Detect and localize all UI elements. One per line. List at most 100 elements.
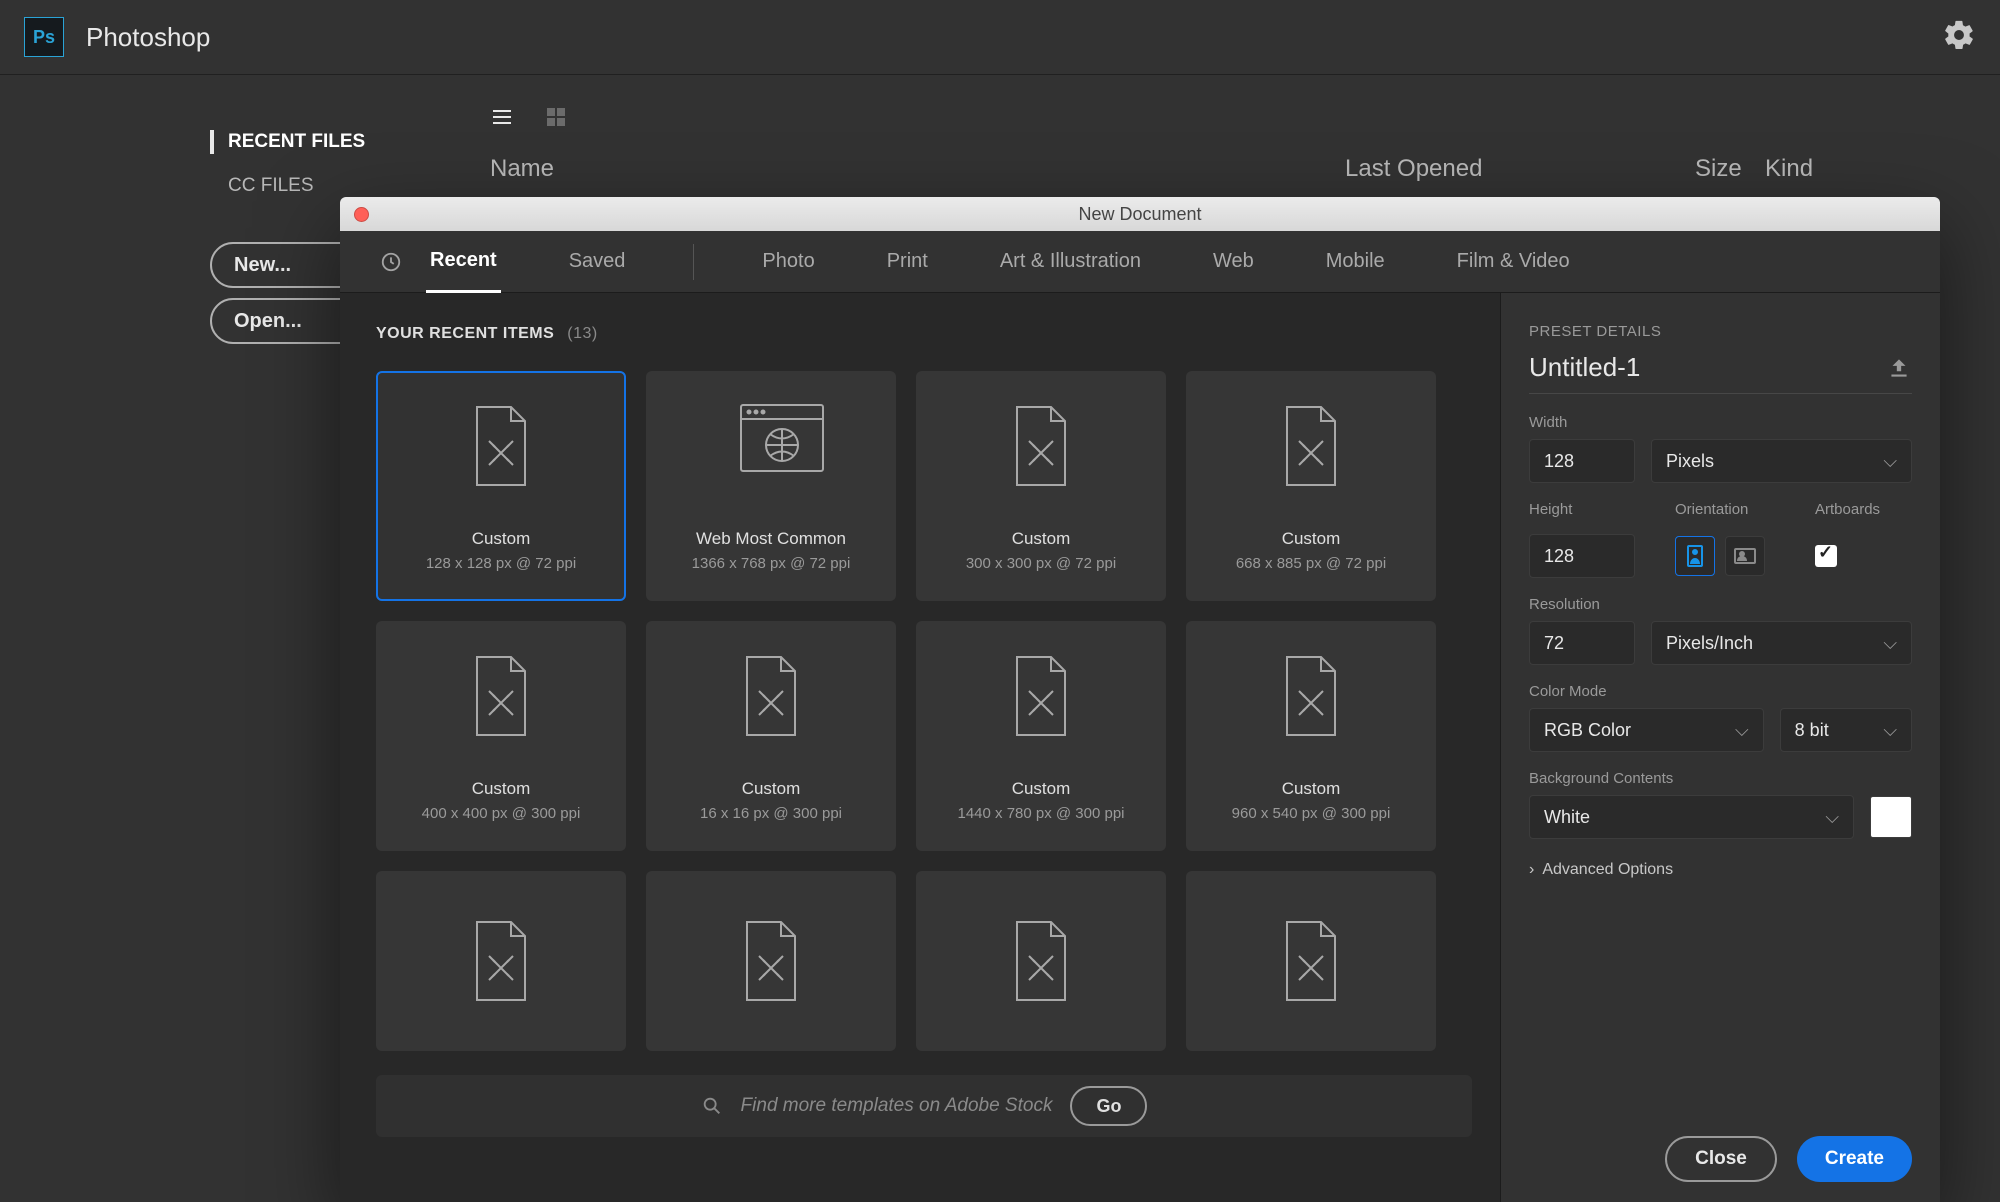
background-swatch[interactable]	[1870, 796, 1912, 838]
document-name-input[interactable]	[1529, 352, 1872, 383]
chevron-right-icon: ›	[1529, 861, 1534, 878]
orientation-landscape-button[interactable]	[1725, 536, 1765, 576]
orientation-label: Orientation	[1675, 501, 1775, 518]
tab-web[interactable]: Web	[1209, 232, 1258, 291]
sidebar-item-recent[interactable]: RECENT FILES	[210, 120, 450, 164]
chevron-down-icon: ⌵	[1825, 807, 1839, 828]
document-icon	[1007, 651, 1075, 741]
resolution-label: Resolution	[1529, 596, 1912, 613]
resolution-input[interactable]	[1529, 621, 1635, 665]
background-label: Background Contents	[1529, 770, 1912, 787]
preset-card-name: Custom	[472, 779, 531, 799]
preset-card-meta: 668 x 885 px @ 72 ppi	[1236, 555, 1386, 572]
height-label: Height	[1529, 501, 1635, 518]
preset-card[interactable]: Custom 1440 x 780 px @ 300 ppi	[916, 621, 1166, 851]
tab-recent[interactable]: Recent	[426, 231, 501, 293]
preset-card-name: Custom	[1282, 529, 1341, 549]
create-button[interactable]: Create	[1797, 1136, 1912, 1182]
preset-card-meta: 1366 x 768 px @ 72 ppi	[692, 555, 851, 572]
tab-art-illustration[interactable]: Art & Illustration	[996, 232, 1145, 291]
preset-card[interactable]	[646, 871, 896, 1051]
height-input[interactable]	[1529, 534, 1635, 578]
preset-card[interactable]: Custom128 x 128 px @ 72 ppi	[376, 371, 626, 601]
preset-card-name: Custom	[1282, 779, 1341, 799]
column-size: Size	[1695, 155, 1765, 183]
document-icon	[1007, 916, 1075, 1006]
document-icon	[1007, 401, 1075, 491]
advanced-options-toggle[interactable]: ›Advanced Options	[1529, 861, 1912, 879]
document-icon	[1277, 651, 1345, 741]
column-headers: Name Last Opened Size Kind	[490, 155, 1813, 183]
sidebar-item-label: RECENT FILES	[228, 131, 365, 153]
column-last-opened: Last Opened	[1345, 155, 1695, 183]
preset-card[interactable]: Custom 16 x 16 px @ 300 ppi	[646, 621, 896, 851]
width-label: Width	[1529, 414, 1912, 431]
preset-section-header: YOUR RECENT ITEMS (13)	[376, 325, 1472, 343]
close-icon[interactable]	[354, 207, 369, 222]
tab-saved[interactable]: Saved	[565, 232, 630, 291]
background-select[interactable]: White⌵	[1529, 795, 1854, 839]
width-input[interactable]	[1529, 439, 1635, 483]
preset-card-name: Custom	[742, 779, 801, 799]
preset-card-name: Custom	[1012, 779, 1071, 799]
app-title: Photoshop	[86, 22, 210, 53]
grid-view-icon[interactable]	[544, 105, 568, 129]
photoshop-logo: Ps	[24, 17, 64, 57]
tab-film-video[interactable]: Film & Video	[1453, 232, 1574, 291]
close-button[interactable]: Close	[1665, 1136, 1777, 1182]
web-icon	[737, 401, 805, 491]
column-name: Name	[490, 155, 1345, 183]
preset-card[interactable]	[1186, 871, 1436, 1051]
preset-count: (13)	[567, 325, 597, 342]
gear-icon[interactable]	[1942, 18, 1976, 52]
chevron-down-icon: ⌵	[1735, 720, 1749, 741]
preset-card-meta: 16 x 16 px @ 300 ppi	[700, 805, 842, 822]
panel-header: PRESET DETAILS	[1529, 323, 1912, 340]
document-icon	[737, 916, 805, 1006]
preset-card[interactable]	[376, 871, 626, 1051]
preset-card-meta: 1440 x 780 px @ 300 ppi	[957, 805, 1124, 822]
tab-mobile[interactable]: Mobile	[1322, 232, 1389, 291]
document-icon	[1277, 401, 1345, 491]
search-icon	[701, 1095, 723, 1117]
artboards-label: Artboards	[1815, 501, 1880, 518]
preset-card-meta: 960 x 540 px @ 300 ppi	[1232, 805, 1391, 822]
stock-search-placeholder[interactable]: Find more templates on Adobe Stock	[741, 1095, 1053, 1117]
new-document-dialog: New Document Recent Saved Photo Print Ar…	[340, 197, 1940, 1202]
document-icon	[737, 651, 805, 741]
preset-card[interactable]	[916, 871, 1166, 1051]
recent-icon	[380, 251, 402, 273]
preset-card[interactable]: Custom 400 x 400 px @ 300 ppi	[376, 621, 626, 851]
artboards-checkbox[interactable]	[1815, 545, 1837, 567]
document-icon	[1277, 916, 1345, 1006]
document-icon	[467, 916, 535, 1006]
stock-search-go-button[interactable]: Go	[1070, 1086, 1147, 1126]
chevron-down-icon: ⌵	[1883, 451, 1897, 472]
app-bar: Ps Photoshop	[0, 0, 2000, 75]
view-toggle	[490, 105, 568, 129]
save-preset-icon[interactable]	[1886, 355, 1912, 381]
chevron-down-icon: ⌵	[1883, 633, 1897, 654]
preset-card[interactable]: Web Most Common 1366 x 768 px @ 72 ppi	[646, 371, 896, 601]
preset-card[interactable]: Custom 960 x 540 px @ 300 ppi	[1186, 621, 1436, 851]
dialog-title: New Document	[1078, 204, 1201, 225]
preset-details-panel: PRESET DETAILS Width Pixels⌵ Height Orie…	[1500, 293, 1940, 1202]
preset-card[interactable]: Custom300 x 300 px @ 72 ppi	[916, 371, 1166, 601]
bit-depth-select[interactable]: 8 bit⌵	[1780, 708, 1912, 752]
width-unit-select[interactable]: Pixels⌵	[1651, 439, 1912, 483]
tab-photo[interactable]: Photo	[758, 232, 818, 291]
preset-card-name: Web Most Common	[696, 529, 846, 549]
color-mode-select[interactable]: RGB Color⌵	[1529, 708, 1764, 752]
dialog-titlebar: New Document	[340, 197, 1940, 231]
preset-card-name: Custom	[1012, 529, 1071, 549]
dialog-tabs: Recent Saved Photo Print Art & Illustrat…	[340, 231, 1940, 293]
list-view-icon[interactable]	[490, 105, 514, 129]
tab-print[interactable]: Print	[883, 232, 932, 291]
orientation-portrait-button[interactable]	[1675, 536, 1715, 576]
document-icon	[467, 651, 535, 741]
tab-divider	[693, 244, 694, 280]
color-mode-label: Color Mode	[1529, 683, 1912, 700]
preset-card[interactable]: Custom 668 x 885 px @ 72 ppi	[1186, 371, 1436, 601]
resolution-unit-select[interactable]: Pixels/Inch⌵	[1651, 621, 1912, 665]
preset-card-meta: 400 x 400 px @ 300 ppi	[422, 805, 581, 822]
